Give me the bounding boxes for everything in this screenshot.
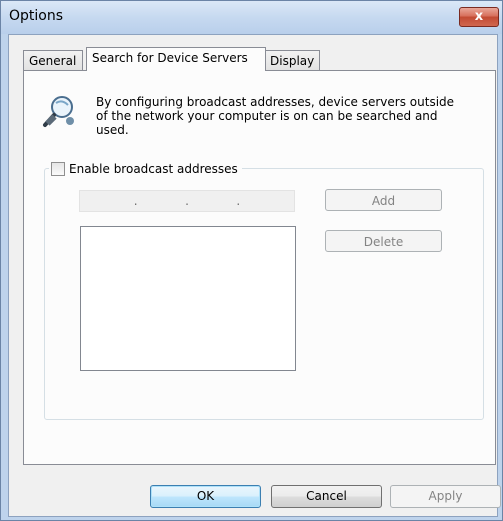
tab-general[interactable]: General <box>23 50 83 71</box>
tab-general-label: General <box>29 54 77 68</box>
network-search-icon <box>43 96 74 127</box>
tab-search-for-device-servers[interactable]: Search for Device Servers <box>86 47 266 71</box>
close-icon: x <box>474 9 484 24</box>
tab-search-label: Search for Device Servers <box>92 51 248 65</box>
tab-display-label: Display <box>270 54 315 68</box>
window-title: Options <box>9 8 64 24</box>
ip-separator: . <box>185 194 189 208</box>
ip-separator: . <box>236 194 241 208</box>
search-tab-panel: By configuring broadcast addresses, devi… <box>23 70 496 465</box>
delete-button[interactable]: Delete <box>325 230 442 252</box>
dialog-client-area: General Search for Device Servers Displa… <box>8 34 501 517</box>
title-bar[interactable]: Options x <box>1 1 502 34</box>
tab-display[interactable]: Display <box>264 50 320 71</box>
cancel-button[interactable]: Cancel <box>271 485 382 508</box>
description-text: By configuring broadcast addresses, devi… <box>96 95 455 137</box>
broadcast-address-list[interactable] <box>80 226 296 371</box>
ok-button[interactable]: OK <box>150 485 261 508</box>
checkbox-box[interactable] <box>51 162 65 176</box>
ip-separator: . <box>133 194 138 208</box>
enable-broadcast-label: Enable broadcast addresses <box>69 162 238 176</box>
apply-button[interactable]: Apply <box>390 485 501 508</box>
add-button[interactable]: Add <box>325 189 442 211</box>
ip-address-input[interactable]: . . . <box>79 190 295 212</box>
options-dialog: Options x General Search for Device Serv… <box>0 0 503 521</box>
close-button[interactable]: x <box>459 7 499 27</box>
enable-broadcast-checkbox[interactable]: Enable broadcast addresses <box>49 160 242 178</box>
